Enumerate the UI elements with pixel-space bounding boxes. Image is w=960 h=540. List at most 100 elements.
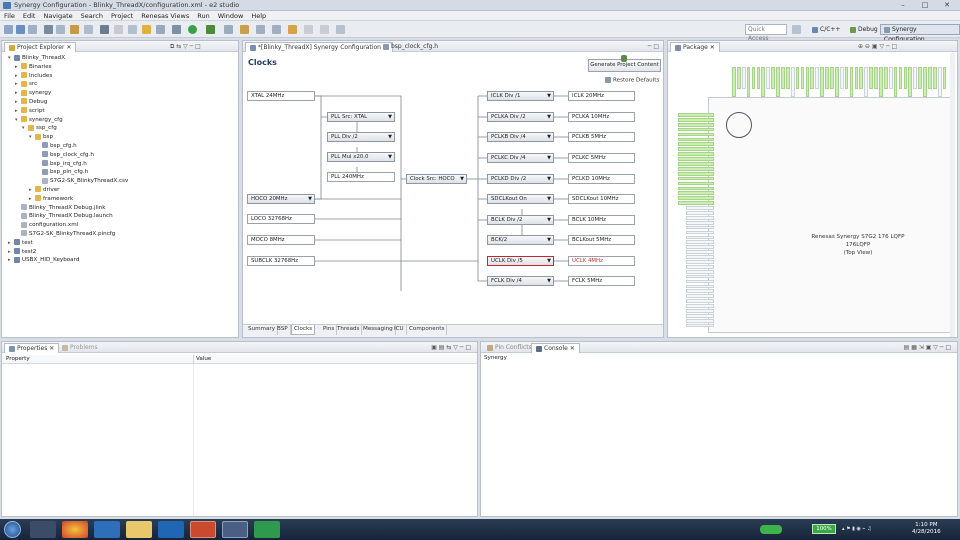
package-pin[interactable] <box>869 67 873 89</box>
tab-properties[interactable]: Properties ✕ <box>4 343 60 353</box>
package-pin[interactable] <box>903 67 908 89</box>
divider-select[interactable]: FCLK Div /4 ▼ <box>487 276 554 286</box>
package-pin[interactable] <box>751 67 756 89</box>
divider-select[interactable]: BCK/2 ▼ <box>487 235 554 245</box>
package-pin[interactable] <box>800 67 805 89</box>
package-pin[interactable] <box>686 264 714 269</box>
config-tab[interactable]: Clocks <box>291 325 316 335</box>
package-pin[interactable] <box>756 67 761 89</box>
package-pin[interactable] <box>810 67 815 89</box>
package-pin[interactable] <box>795 67 800 89</box>
next-annotation-icon[interactable] <box>256 25 265 34</box>
package-pin[interactable] <box>686 269 714 274</box>
package-pin[interactable] <box>732 67 736 97</box>
package-scrollbar[interactable] <box>950 53 955 337</box>
package-pin[interactable] <box>678 166 714 171</box>
package-pin[interactable] <box>766 67 771 89</box>
taskbar-media-icon[interactable] <box>30 521 56 538</box>
divider-select[interactable]: PCLKD Div /2 ▼ <box>487 174 554 184</box>
package-pin[interactable] <box>932 67 937 89</box>
package-pin[interactable] <box>678 176 714 181</box>
package-pin[interactable] <box>928 67 932 89</box>
config-tab[interactable]: BSP <box>275 325 291 335</box>
tree-item[interactable]: Blinky_ThreadX Debug.jlink <box>8 204 128 213</box>
new-icon[interactable] <box>4 25 13 34</box>
taskbar-powerpoint-icon[interactable] <box>190 521 216 538</box>
tab-package[interactable]: Package ✕ <box>670 42 720 52</box>
edit-icon[interactable] <box>156 25 165 34</box>
package-pin[interactable] <box>879 67 883 97</box>
package-pin[interactable] <box>686 220 714 225</box>
package-pin[interactable] <box>790 67 795 97</box>
package-pin[interactable] <box>678 152 714 156</box>
package-pin[interactable] <box>678 147 714 152</box>
external-tools-icon[interactable] <box>224 25 233 34</box>
package-pin[interactable] <box>776 67 780 97</box>
open-type-icon[interactable] <box>240 25 249 34</box>
pll-div-select[interactable]: PLL Div /2 ▼ <box>327 132 395 142</box>
menu-file[interactable]: File <box>0 11 19 21</box>
package-pin[interactable] <box>746 67 751 97</box>
perspective-debug[interactable]: Debug <box>846 24 882 35</box>
battery-indicator[interactable]: 100% <box>812 524 836 534</box>
taskbar-ie-icon[interactable] <box>94 521 120 538</box>
tree-item[interactable]: S7G2-SK_BlinkyThreadX.pincfg <box>8 230 128 239</box>
package-pin[interactable] <box>834 67 839 97</box>
clock-src-select[interactable]: Clock Src: HOCO ▼ <box>406 174 467 184</box>
tree-item[interactable]: ▸ test2 <box>8 248 128 257</box>
config-tab[interactable]: Components <box>407 325 448 335</box>
tree-item[interactable]: ▸ USBX_HID_Keyboard <box>8 256 128 265</box>
menu-search[interactable]: Search <box>77 11 107 21</box>
package-pin[interactable] <box>678 117 714 122</box>
tab-console[interactable]: Console ✕ <box>531 343 580 353</box>
divider-select[interactable]: ICLK Div /1 ▼ <box>487 91 554 101</box>
menu-run[interactable]: Run <box>193 11 213 21</box>
package-pin[interactable] <box>771 67 775 89</box>
target-icon[interactable] <box>84 25 93 34</box>
package-pin[interactable] <box>678 186 714 191</box>
tree-item[interactable]: ▸ Includes <box>8 72 128 81</box>
package-pin[interactable] <box>830 67 834 89</box>
divider-select[interactable]: UCLK Div /5 ▼ <box>487 256 554 266</box>
package-pin[interactable] <box>825 67 829 89</box>
package-pin[interactable] <box>844 67 849 89</box>
close-button[interactable]: ✕ <box>936 0 958 10</box>
minimize-button[interactable]: – <box>892 0 914 10</box>
package-pin[interactable] <box>781 67 785 89</box>
tab-project-explorer[interactable]: Project Explorer ✕ <box>4 42 77 52</box>
package-pin[interactable] <box>761 67 766 97</box>
package-pin[interactable] <box>883 67 888 89</box>
pin-editor-icon[interactable] <box>320 25 329 34</box>
properties-view-buttons[interactable]: ▣ ▤ ⇆ ▽ ─ □ <box>431 344 471 351</box>
package-pin[interactable] <box>678 137 714 142</box>
package-pin[interactable] <box>678 181 714 186</box>
tree-item[interactable]: bsp_irq_cfg.h <box>8 160 128 169</box>
tree-item[interactable]: ▸ framework <box>8 195 128 204</box>
taskbar-camtasia-icon[interactable] <box>254 521 280 538</box>
taskbar-e2studio-icon[interactable] <box>222 521 248 538</box>
package-pin[interactable] <box>686 279 714 284</box>
package-pin[interactable] <box>898 67 903 89</box>
package-pin[interactable] <box>859 67 864 89</box>
save-all-icon[interactable] <box>28 25 37 34</box>
terminal-icon[interactable] <box>100 25 109 34</box>
tree-item[interactable]: ▸ driver <box>8 186 128 195</box>
package-pin[interactable] <box>686 225 714 230</box>
package-pin[interactable] <box>918 67 922 89</box>
config-tab[interactable]: ICU <box>392 325 407 335</box>
package-pin[interactable] <box>686 255 714 259</box>
package-pin[interactable] <box>888 67 893 89</box>
package-pin[interactable] <box>686 313 714 318</box>
column-divider[interactable] <box>193 355 194 363</box>
tree-item[interactable]: ▸ Binaries <box>8 63 128 72</box>
last-edit-icon[interactable] <box>336 25 345 34</box>
tree-item[interactable]: ▸ Debug <box>8 98 128 107</box>
package-pin[interactable] <box>678 191 714 196</box>
explorer-view-buttons[interactable]: ⧉ ⇆ ▽ ─ □ <box>170 43 201 51</box>
package-pin[interactable] <box>686 309 714 313</box>
hammer-icon[interactable] <box>70 25 79 34</box>
package-pin[interactable] <box>815 67 820 89</box>
package-pin[interactable] <box>854 67 859 89</box>
menu-edit[interactable]: Edit <box>19 11 40 21</box>
prev-annotation-icon[interactable] <box>272 25 281 34</box>
